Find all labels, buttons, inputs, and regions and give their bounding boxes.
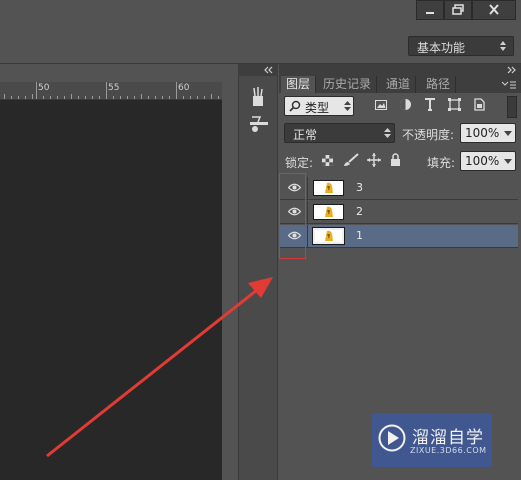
ruler-label-55: 55 xyxy=(108,83,120,93)
layer-row[interactable]: 2 xyxy=(280,201,518,224)
tab-history[interactable]: 历史记录 xyxy=(318,76,378,93)
shape-filter-icon[interactable] xyxy=(448,98,461,111)
canvas-panel-gap xyxy=(222,64,238,480)
panel-menu-icon[interactable] xyxy=(501,80,517,90)
document-canvas[interactable] xyxy=(0,100,222,480)
thumbnail-shape-icon xyxy=(325,206,333,217)
fill-field[interactable]: 100% xyxy=(460,151,516,171)
search-icon xyxy=(289,100,301,112)
watermark-title: 溜溜自学 xyxy=(412,428,484,448)
layer-name: 1 xyxy=(356,229,363,242)
close-icon xyxy=(489,4,499,15)
ruler-label-60: 60 xyxy=(178,83,190,93)
horizontal-ruler: 50 55 60 xyxy=(0,82,222,100)
lock-transparent-icon[interactable] xyxy=(322,155,333,166)
text-filter-icon[interactable] xyxy=(424,98,436,111)
smart-object-filter-icon[interactable] xyxy=(473,98,485,111)
layer-thumbnail xyxy=(313,204,344,220)
layer-row[interactable]: 3 xyxy=(280,177,518,200)
stepper-arrows-icon xyxy=(344,101,351,111)
thumbnail-shape-icon xyxy=(325,230,333,241)
layer-name: 2 xyxy=(356,205,363,218)
opacity-field[interactable]: 100% xyxy=(460,123,516,143)
opacity-label: 不透明度: xyxy=(402,128,455,142)
watermark-logo: 溜溜自学 ZIXUE.3D66.COM xyxy=(372,413,492,467)
minimize-button[interactable] xyxy=(416,0,444,20)
fill-label: 填充: xyxy=(427,156,456,170)
fill-value: 100% xyxy=(465,154,500,168)
thumbnail-shape-icon xyxy=(325,182,333,193)
visibility-column-highlight xyxy=(279,173,306,259)
filter-label: 类型 xyxy=(305,101,330,115)
opacity-value: 100% xyxy=(465,126,500,140)
lock-label: 锁定: xyxy=(285,156,314,170)
collapse-left-icon xyxy=(264,66,273,74)
filter-toggle-switch[interactable] xyxy=(507,96,517,118)
blend-mode-dropdown[interactable]: 正常 xyxy=(284,123,395,143)
tab-channels[interactable]: 通道 xyxy=(381,76,417,93)
brush-presets-icon[interactable] xyxy=(249,87,267,107)
chevron-down-icon xyxy=(504,131,512,136)
workspace-switcher[interactable]: 基本功能 xyxy=(408,36,514,56)
clone-source-icon[interactable] xyxy=(248,116,270,134)
play-logo-icon xyxy=(378,424,406,452)
lock-all-icon[interactable] xyxy=(390,153,401,167)
tab-paths[interactable]: 路径 xyxy=(421,76,457,93)
panel-collapse-bar[interactable] xyxy=(279,64,521,76)
tab-layers[interactable]: 图层 xyxy=(281,76,317,93)
stepper-arrows-icon xyxy=(384,128,391,138)
adjustment-filter-icon[interactable] xyxy=(399,98,412,111)
close-button[interactable] xyxy=(472,0,516,20)
workspace-label: 基本功能 xyxy=(417,41,466,55)
layer-filter-dropdown[interactable]: 类型 xyxy=(284,96,354,116)
image-filter-icon[interactable] xyxy=(375,99,387,111)
layer-thumbnail xyxy=(313,180,344,196)
blend-mode-value: 正常 xyxy=(293,128,318,142)
watermark-url: ZIXUE.3D66.COM xyxy=(410,446,487,455)
strip-collapse-bar[interactable] xyxy=(238,64,278,76)
layer-row-selected[interactable]: 1 xyxy=(280,225,518,248)
stepper-arrows-icon xyxy=(500,41,506,51)
minimize-icon xyxy=(426,12,434,14)
panel-tabs: 图层 历史记录 通道 路径 xyxy=(279,76,521,93)
chevron-down-icon xyxy=(504,159,512,164)
restore-button[interactable] xyxy=(444,0,472,20)
collapse-right-icon xyxy=(507,66,516,74)
layer-thumbnail xyxy=(312,227,345,245)
ruler-label-50: 50 xyxy=(38,83,50,93)
restore-icon xyxy=(452,4,464,15)
lock-position-move-icon[interactable] xyxy=(367,153,381,167)
layer-name: 3 xyxy=(356,181,363,194)
lock-pixels-brush-icon[interactable] xyxy=(343,153,359,167)
